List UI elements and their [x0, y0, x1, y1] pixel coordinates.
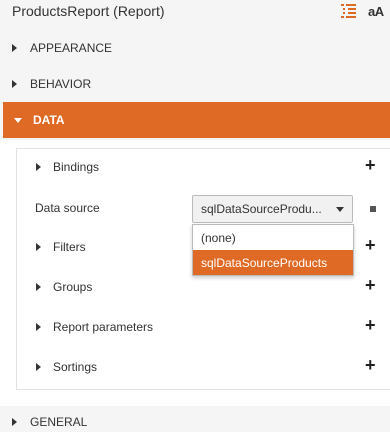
panel-title: ProductsReport (Report) [12, 3, 165, 19]
report-parameters-row[interactable]: Report parameters + [16, 308, 390, 348]
add-filter-button[interactable]: + [365, 236, 376, 254]
font-size-toggle-button[interactable]: aA [368, 4, 384, 19]
expand-arrow-icon[interactable] [36, 323, 41, 331]
add-binding-button[interactable]: + [365, 156, 376, 174]
sort-list-icon[interactable] [340, 2, 358, 20]
collapse-arrow-icon [14, 118, 22, 123]
group-data[interactable]: DATA [3, 102, 390, 138]
groups-label: Groups [53, 280, 93, 294]
group-appearance[interactable]: APPEARANCE [0, 30, 390, 66]
properties-header: ProductsReport (Report) aA [0, 0, 390, 26]
bindings-row[interactable]: Bindings + [16, 148, 390, 188]
group-general[interactable]: GENERAL [0, 404, 390, 432]
expand-arrow-icon[interactable] [36, 283, 41, 291]
property-marker-icon[interactable] [370, 206, 376, 212]
add-report-parameter-button[interactable]: + [365, 316, 376, 334]
expand-arrow-icon [12, 80, 17, 88]
dropdown-option-sqldatasourceproducts[interactable]: sqlDataSourceProducts [193, 250, 353, 275]
expand-arrow-icon[interactable] [36, 243, 41, 251]
data-source-label: Data source [35, 201, 100, 215]
bindings-label: Bindings [53, 160, 100, 174]
expand-arrow-icon[interactable] [36, 363, 41, 371]
add-sorting-button[interactable]: + [365, 356, 376, 374]
sortings-label: Sortings [53, 360, 98, 374]
data-source-dropdown: (none) sqlDataSourceProducts [192, 224, 354, 276]
dropdown-option-none[interactable]: (none) [193, 225, 353, 250]
group-behavior[interactable]: BEHAVIOR [0, 66, 390, 102]
data-source-select[interactable]: sqlDataSourceProdu... [192, 195, 353, 223]
data-source-value: sqlDataSourceProdu... [201, 202, 322, 216]
group-label: GENERAL [30, 415, 88, 429]
group-label: APPEARANCE [30, 41, 113, 55]
group-label: BEHAVIOR [30, 77, 92, 91]
add-group-button[interactable]: + [365, 276, 376, 294]
chevron-down-icon[interactable] [336, 207, 344, 212]
sortings-row[interactable]: Sortings + [16, 348, 390, 388]
expand-arrow-icon [12, 44, 17, 52]
expand-arrow-icon[interactable] [36, 163, 41, 171]
report-parameters-label: Report parameters [53, 320, 154, 334]
group-label: DATA [33, 113, 65, 127]
expand-arrow-icon [12, 418, 17, 426]
filters-label: Filters [53, 240, 86, 254]
